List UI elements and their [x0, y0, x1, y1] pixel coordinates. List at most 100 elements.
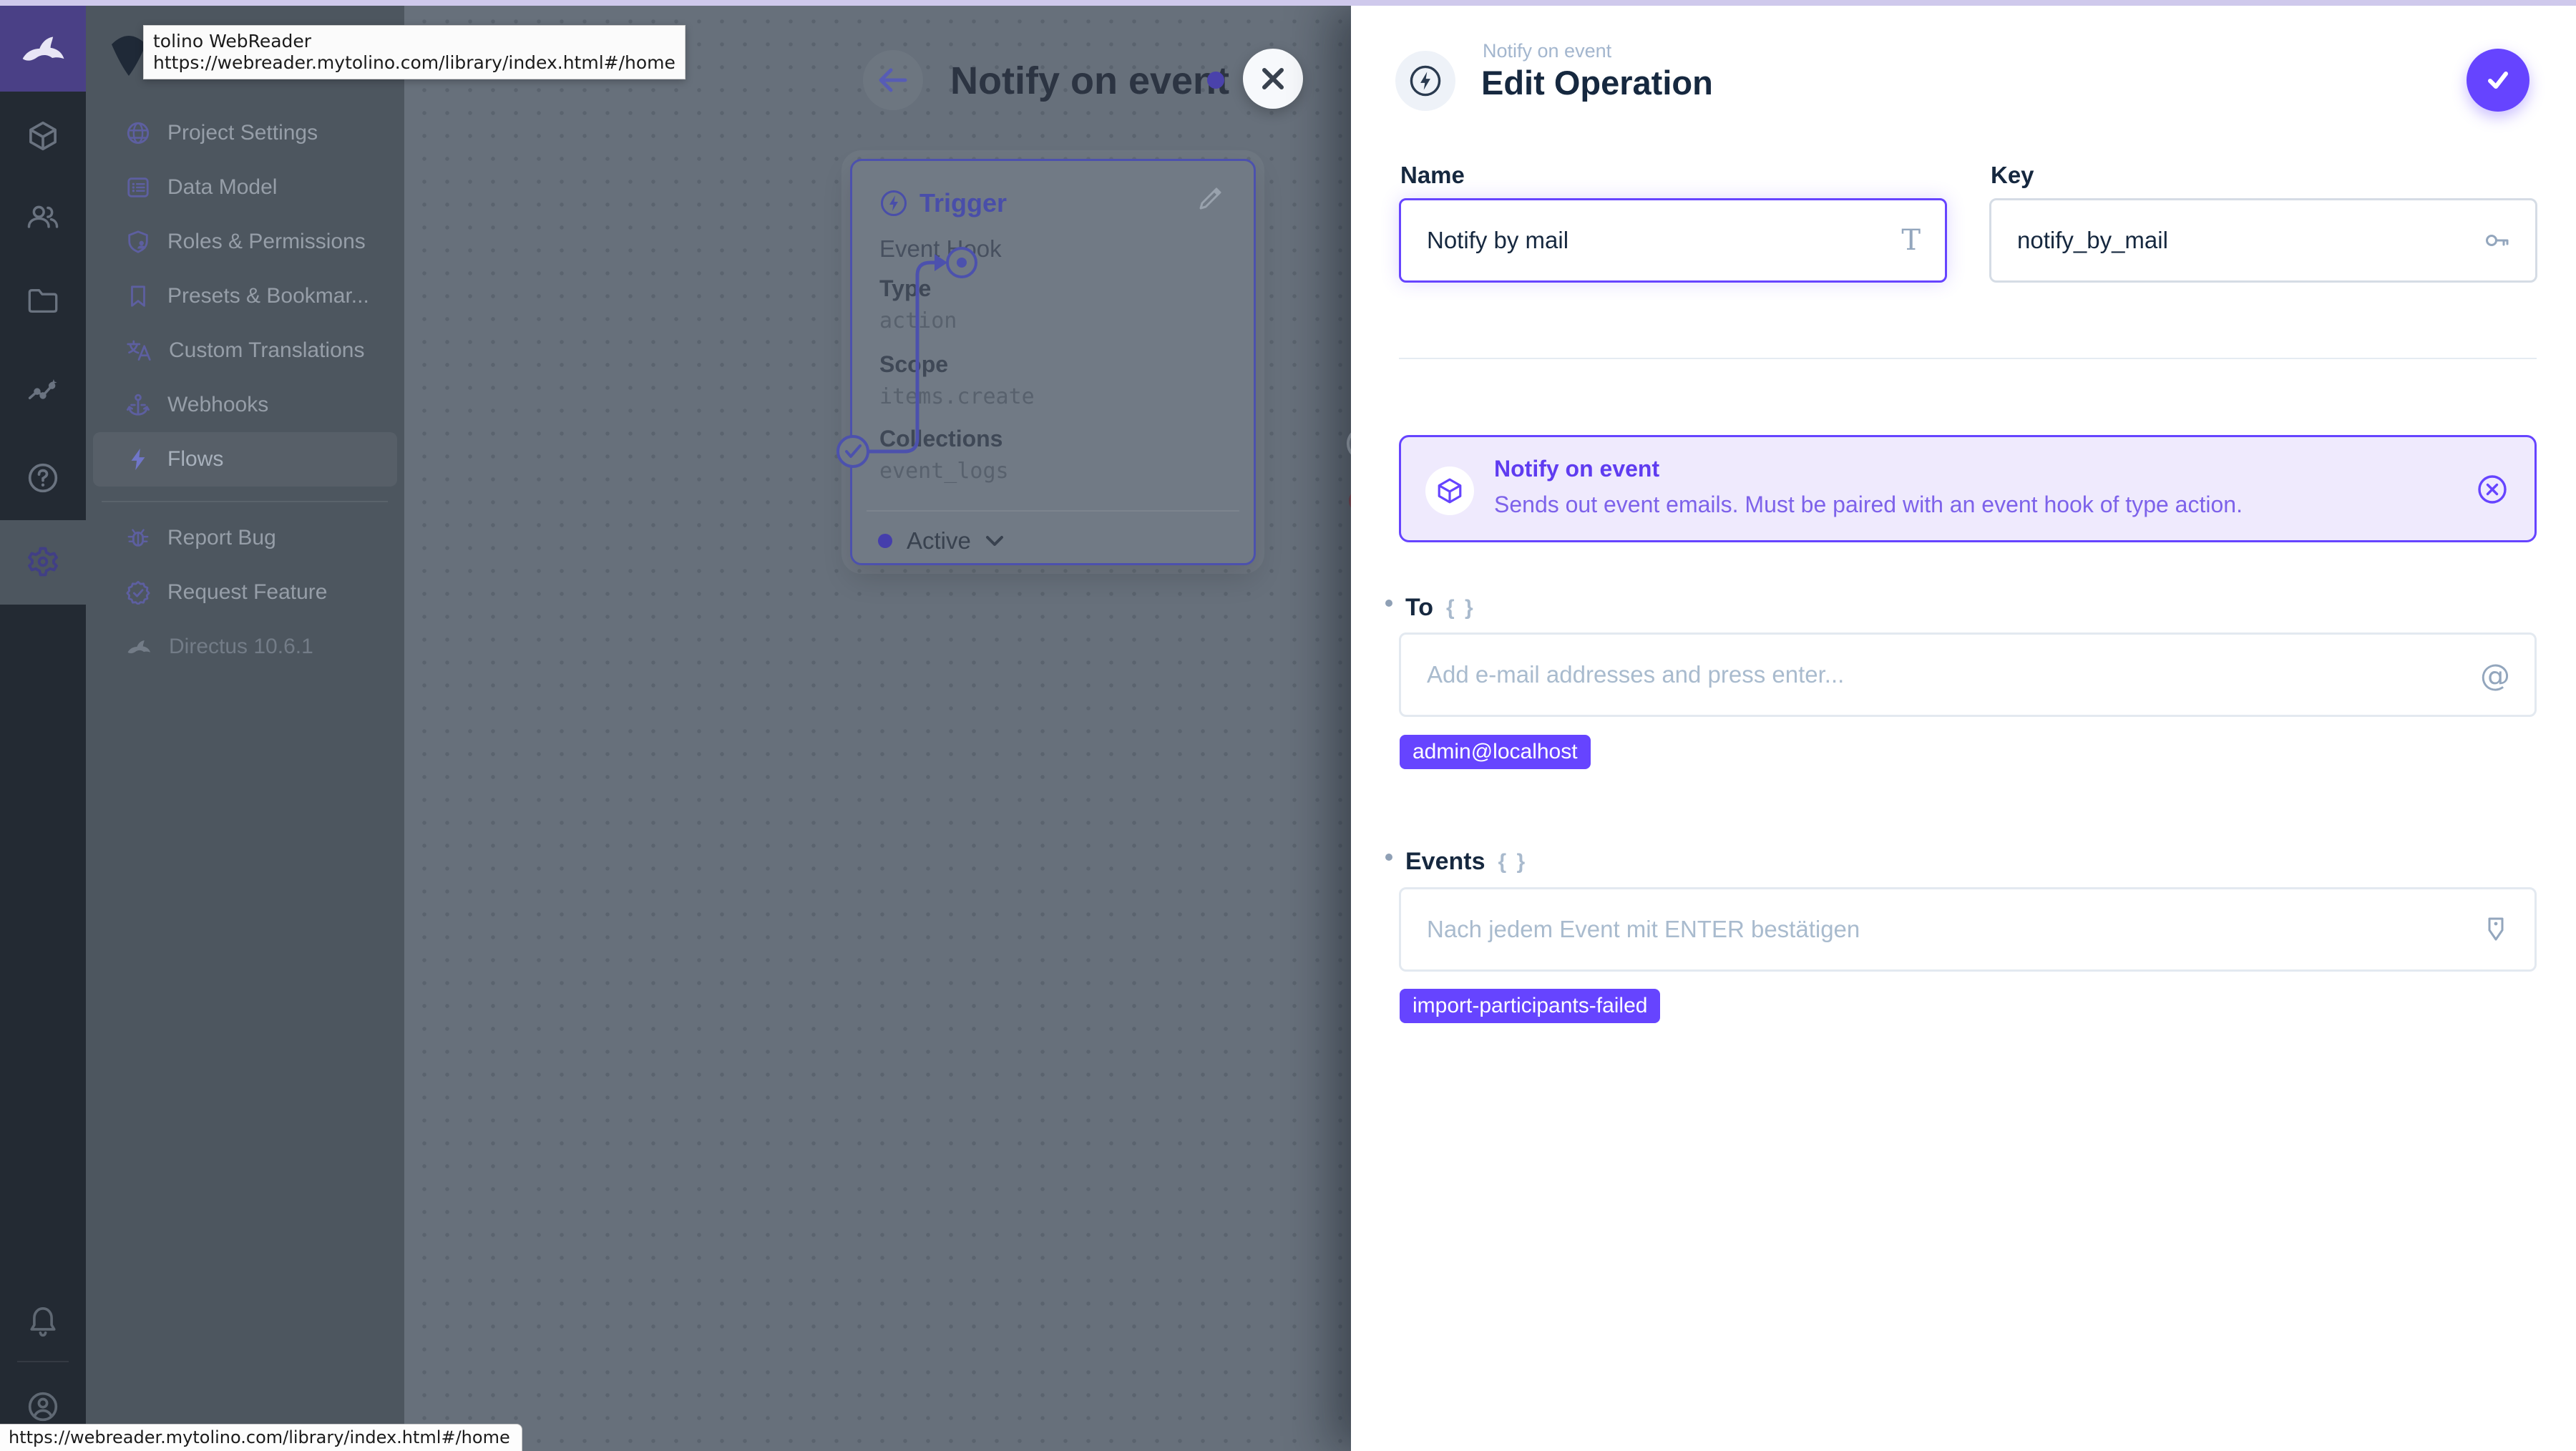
cube-icon	[29, 121, 57, 151]
help-icon	[28, 463, 58, 493]
gear-icon	[28, 547, 58, 577]
tag-icon	[2482, 915, 2510, 944]
trigger-card[interactable]: Trigger Event Hook Type action Scope ite…	[850, 159, 1256, 565]
operation-type-badge	[1395, 51, 1455, 111]
bookmark-icon	[126, 284, 150, 308]
active-status-dot	[878, 534, 892, 548]
directus-logo[interactable]	[0, 6, 86, 92]
globe-icon	[126, 121, 150, 145]
card-divider	[867, 510, 1239, 512]
list-icon	[126, 175, 150, 200]
rabbit-logo-icon	[22, 36, 64, 61]
trigger-type-label: Type	[879, 275, 932, 301]
module-users[interactable]	[0, 200, 86, 232]
tooltip-url: https://webreader.mytolino.com/library/i…	[153, 52, 675, 73]
title-icon: T	[1901, 224, 1921, 257]
events-input-box	[1399, 887, 2537, 972]
tooltip-title: tolino WebReader	[153, 31, 312, 52]
name-field-label: Name	[1400, 162, 1465, 188]
nav-item-project-settings[interactable]: Project Settings	[93, 106, 397, 160]
events-field-label-row: Events { }	[1385, 848, 1527, 876]
edit-operation-drawer: Notify on event Edit Operation Name Key …	[1351, 6, 2576, 1451]
back-button[interactable]	[863, 50, 923, 110]
events-chip[interactable]: import-participants-failed	[1400, 989, 1661, 1023]
key-field-label: Key	[1991, 162, 2034, 188]
arrow-left-icon	[879, 68, 907, 92]
to-chip[interactable]: admin@localhost	[1400, 735, 1591, 769]
link-tooltip: tolino WebReader https://webreader.mytol…	[143, 25, 686, 79]
trigger-type-value: action	[879, 308, 957, 333]
insights-icon	[28, 378, 57, 400]
status-bar-url: https://webreader.mytolino.com/library/i…	[0, 1424, 522, 1451]
banner-title: Notify on event	[1494, 456, 1660, 482]
module-bar	[0, 0, 86, 1451]
module-help[interactable]	[0, 462, 86, 494]
page-title: Notify on event	[950, 59, 1230, 102]
bolt-circle-icon	[1410, 65, 1441, 97]
module-settings[interactable]	[0, 545, 86, 578]
nav-item-label: Presets & Bookmar...	[167, 284, 369, 308]
trigger-scope-value: items.create	[879, 384, 1035, 409]
notifications-button[interactable]	[0, 1305, 86, 1338]
flow-status-toggle[interactable]: Active	[878, 527, 1004, 554]
nav-item-label: Project Settings	[167, 121, 318, 145]
nav-item-label: Report Bug	[167, 526, 276, 549]
to-input[interactable]	[1401, 635, 2480, 715]
to-field-label-row: To { }	[1385, 594, 1475, 622]
nav-item-webhooks[interactable]: Webhooks	[93, 378, 397, 432]
close-drawer-button[interactable]	[1243, 49, 1303, 109]
translate-icon	[126, 338, 152, 363]
account-button[interactable]	[0, 1391, 86, 1422]
check-icon	[2488, 72, 2508, 89]
settings-nav: Project Settings Data Model Roles & Perm…	[86, 0, 404, 1451]
trigger-collections-label: Collections	[879, 426, 1003, 451]
app-root: Notify on event Trigger Event Hook Type …	[0, 0, 2576, 1451]
version-label: Directus 10.6.1	[169, 635, 313, 658]
module-files[interactable]	[0, 286, 86, 315]
module-content[interactable]	[0, 120, 86, 152]
raw-value-icon[interactable]: { }	[1446, 596, 1475, 620]
required-dot	[1385, 854, 1392, 861]
edit-trigger-icon[interactable]	[1196, 187, 1222, 216]
unsaved-status-dot	[1207, 72, 1224, 89]
nav-item-label: Data Model	[167, 175, 278, 199]
bolt-circle-icon	[881, 190, 907, 216]
nav-item-data-model[interactable]: Data Model	[93, 160, 397, 215]
banner-description: Sends out event emails. Must be paired w…	[1494, 492, 2243, 517]
save-button[interactable]	[2467, 49, 2529, 112]
nav-item-report-bug[interactable]: Report Bug	[93, 511, 397, 565]
rabbit-icon	[126, 637, 152, 656]
nav-item-roles-permissions[interactable]: Roles & Permissions	[93, 215, 397, 269]
at-icon: @	[2480, 657, 2510, 693]
nav-item-request-feature[interactable]: Request Feature	[93, 565, 397, 620]
drawer-divider	[1399, 358, 2537, 359]
nav-item-custom-translations[interactable]: Custom Translations	[93, 323, 397, 378]
nav-item-label: Request Feature	[167, 580, 328, 604]
nav-item-label: Roles & Permissions	[167, 230, 366, 253]
chevron-down-icon	[985, 536, 1003, 546]
bolt-icon	[126, 447, 150, 472]
nav-item-presets-bookmarks[interactable]: Presets & Bookmar...	[93, 269, 397, 323]
top-strip	[0, 0, 2576, 6]
nav-item-label: Flows	[167, 447, 224, 471]
trigger-collections-value: event_logs	[879, 459, 1009, 484]
box-icon	[1425, 466, 1474, 515]
key-input-box	[1989, 198, 2537, 283]
name-input[interactable]	[1401, 200, 1902, 280]
cancel-icon[interactable]	[2476, 473, 2509, 506]
nav-item-label: Custom Translations	[169, 338, 365, 362]
to-field-label: To	[1405, 594, 1434, 621]
shield-icon	[126, 230, 150, 254]
operation-info-banner: Notify on event Sends out event emails. …	[1399, 435, 2537, 542]
nav-item-label: Webhooks	[167, 393, 269, 416]
trigger-card-title: Trigger	[919, 188, 1008, 218]
module-bar-divider	[17, 1361, 69, 1362]
trigger-scope-label: Scope	[879, 351, 949, 377]
bell-icon	[30, 1307, 56, 1337]
nav-item-flows[interactable]: Flows	[93, 432, 397, 487]
raw-value-icon[interactable]: { }	[1498, 850, 1528, 874]
events-input[interactable]	[1401, 889, 2482, 969]
anchor-icon	[126, 393, 150, 417]
module-insights[interactable]	[0, 375, 86, 406]
key-input[interactable]	[1991, 200, 2482, 280]
